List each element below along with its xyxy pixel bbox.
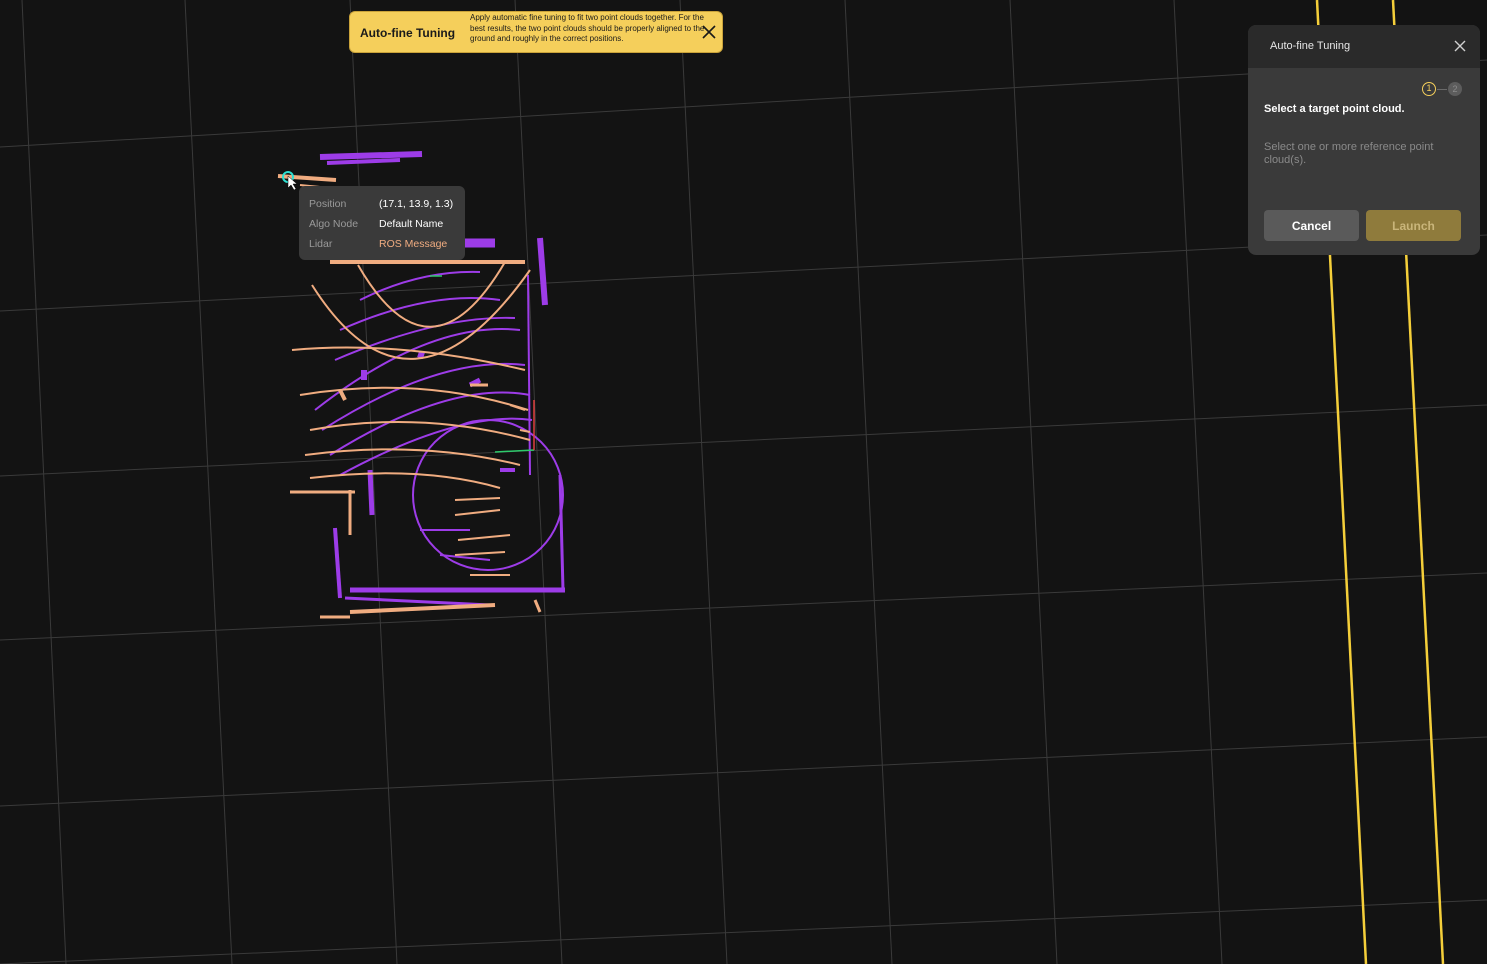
cancel-button[interactable]: Cancel [1264,210,1359,241]
tooltip-row-algo-node: Algo Node Default Name [309,218,457,232]
algo-node-value: Default Name [379,218,444,230]
tooltip-row-position: Position (17.1, 13.9, 1.3) [309,198,457,212]
hint-title: Auto-fine Tuning [360,26,456,40]
point-info-tooltip: Position (17.1, 13.9, 1.3) Algo Node Def… [299,186,465,260]
step-1-instruction: Select a target point cloud. [1264,103,1405,115]
hint-banner: Auto-fine Tuning Apply automatic fine tu… [349,11,723,53]
auto-fine-tuning-panel: Auto-fine Tuning 1 2 Select a target poi… [1248,25,1480,255]
position-label: Position [309,198,347,210]
step-2-instruction: Select one or more reference point cloud… [1264,141,1434,166]
position-value: (17.1, 13.9, 1.3) [379,198,454,210]
lidar-label: Lidar [309,238,333,250]
algo-node-label: Algo Node [309,218,359,230]
lidar-value: ROS Message [379,238,448,250]
launch-button[interactable]: Launch [1366,210,1461,241]
stepper: 1 2 [1422,82,1464,98]
hint-text: Apply automatic fine tuning to fit two p… [470,13,705,43]
close-icon[interactable] [1454,40,1466,52]
step-1-indicator: 1 [1422,82,1436,96]
panel-header: Auto-fine Tuning [1248,25,1480,68]
step-2-indicator: 2 [1448,82,1462,96]
panel-title: Auto-fine Tuning [1270,40,1351,52]
step-connector [1437,89,1447,90]
close-icon[interactable] [702,25,716,39]
tooltip-row-lidar: Lidar ROS Message [309,238,457,252]
